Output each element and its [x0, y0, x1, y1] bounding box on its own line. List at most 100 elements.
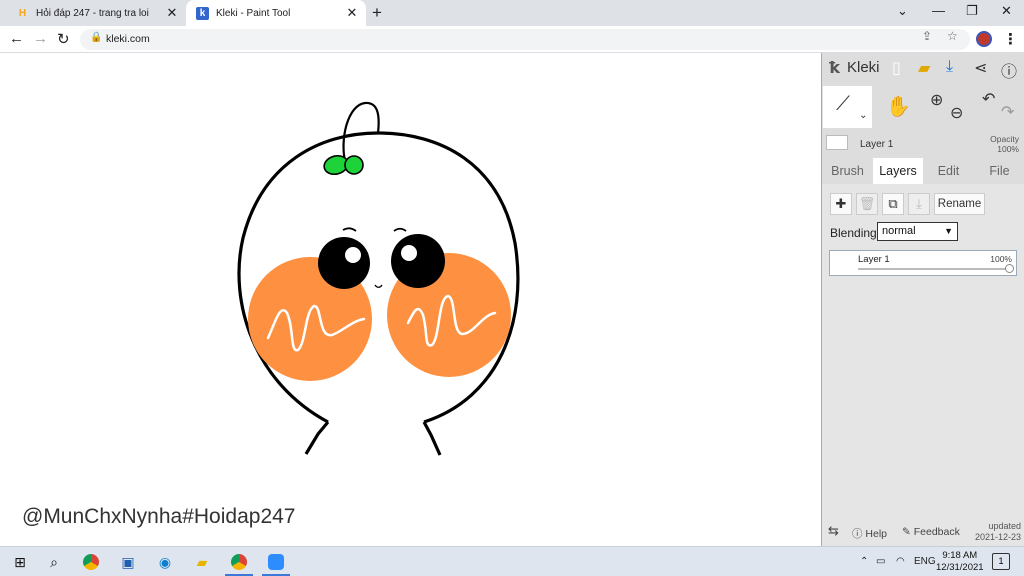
search-icon[interactable]: ⌕ — [44, 552, 64, 572]
bookmark-star-icon[interactable]: ☆ — [947, 29, 958, 43]
windows-start-icon[interactable]: ⊞ — [10, 552, 30, 572]
tab-edit[interactable]: Edit — [923, 158, 974, 184]
layer-thumbnail — [834, 256, 848, 270]
feedback-label: Feedback — [913, 526, 960, 538]
back-arrow-icon[interactable]: ← — [9, 30, 24, 47]
help-icon: ⓘ — [852, 528, 863, 540]
canvas-watermark: @MunChxNynha#Hoidap247 — [22, 505, 296, 528]
left-leg — [304, 420, 330, 455]
tab-hoidap[interactable]: H Hỏi đáp 247 - trang tra loi ✕ — [6, 0, 186, 26]
updated-label: updated — [988, 521, 1021, 531]
layer-opacity-slider-handle[interactable] — [1005, 264, 1014, 273]
lock-icon: 🔒 — [90, 32, 103, 43]
tab-close-icon[interactable]: ✕ — [164, 5, 180, 21]
drawing — [237, 101, 520, 456]
redo-icon[interactable]: ↷ — [1001, 102, 1014, 122]
open-folder-icon[interactable]: ▰ — [918, 58, 930, 78]
restore-button[interactable]: ❐ — [966, 3, 978, 19]
chevron-down-icon: ▼ — [944, 226, 953, 236]
leaf-right — [344, 155, 364, 175]
address-bar: ← → ↻ 🔒 kleki.com ⇪ ☆ — [0, 26, 1024, 53]
browser-menu-icon[interactable]: ⋮ — [1003, 30, 1018, 48]
drawing-canvas[interactable]: @MunChxNynha#Hoidap247 — [0, 53, 821, 546]
blending-select[interactable]: normal ▼ — [877, 222, 958, 241]
eye-right — [391, 234, 445, 288]
hoidap-favicon-icon: H — [18, 7, 27, 19]
layer-preview-name: Layer 1 — [860, 139, 894, 150]
updated-note: updated 2021-12-23 — [975, 521, 1021, 543]
eye-right-highlight — [401, 245, 417, 261]
clock-date: 12/31/2021 — [936, 562, 984, 573]
zoom-app-icon[interactable] — [266, 552, 286, 572]
blending-label: Blending — [830, 226, 877, 240]
swap-side-icon[interactable]: ⇆ — [828, 523, 839, 539]
rename-layer-button[interactable]: Rename — [934, 193, 985, 215]
eye-left — [318, 237, 370, 289]
layer-thumbnail — [826, 135, 848, 150]
updated-date: 2021-12-23 — [974, 532, 1021, 542]
edge-icon[interactable]: ◉ — [155, 552, 175, 572]
panel-tabs: Brush Layers Edit File — [822, 158, 1024, 184]
share-icon[interactable]: ⋖ — [974, 58, 987, 78]
layer-list-item[interactable]: Layer 1 100% — [829, 250, 1017, 276]
tab-search-icon[interactable]: ⌄ — [897, 3, 908, 19]
kleki-side-panel: ꝁ Kleki ▯ ▰ ⤓ ⋖ ⓘ ⟋ ⌄ ✋ ⊕ ⊖ ↶ ↷ Layer 1 … — [821, 53, 1024, 546]
share-icon[interactable]: ⇪ — [922, 29, 932, 43]
clock-time: 9:18 AM — [942, 550, 978, 561]
url-omnibox[interactable]: 🔒 kleki.com — [80, 29, 970, 50]
layers-panel: ✚ 🗑 ⧉ ⤓ Rename Blending normal ▼ Layer 1… — [822, 184, 1024, 546]
wifi-icon[interactable]: ◠ — [896, 556, 905, 567]
help-icon[interactable]: ⓘ — [1001, 58, 1017, 82]
layer-preview[interactable]: Layer 1 Opacity 100% — [822, 131, 1024, 157]
duplicate-layer-button[interactable]: ⧉ — [882, 193, 904, 215]
kleki-logo-icon: ꝁ — [829, 60, 841, 77]
kleki-favicon-icon: k — [196, 6, 209, 20]
opacity-value: 100% — [997, 144, 1019, 154]
undo-icon[interactable]: ↶ — [982, 89, 995, 109]
windows-taskbar: ⊞ ⌕ ▣ ◉ ▰ ⌃ ▭ ◠ ENG 9:18 AM 12/31/2021 1 — [0, 546, 1024, 576]
notification-center-icon[interactable]: 1 — [992, 553, 1010, 570]
system-clock[interactable]: 9:18 AM 12/31/2021 — [936, 550, 984, 574]
zoom-out-icon[interactable]: ⊖ — [950, 103, 963, 123]
brow-right — [393, 227, 407, 232]
add-layer-button[interactable]: ✚ — [830, 193, 852, 215]
tab-title: Hỏi đáp 247 - trang tra loi — [36, 7, 149, 19]
help-label: Help — [865, 528, 888, 540]
opacity-readout: Opacity 100% — [990, 134, 1019, 154]
download-icon[interactable]: ⤓ — [946, 58, 953, 76]
battery-icon[interactable]: ▭ — [876, 556, 885, 567]
blending-value: normal — [882, 225, 916, 237]
tab-layers[interactable]: Layers — [873, 158, 923, 184]
tray-chevron-up-icon[interactable]: ⌃ — [860, 556, 868, 567]
close-window-button[interactable]: ✕ — [1001, 3, 1012, 19]
new-tab-button[interactable]: + — [372, 3, 382, 23]
new-image-icon[interactable]: ▯ — [892, 58, 901, 78]
layer-opacity: 100% — [990, 254, 1012, 264]
brush-tool-button[interactable]: ⟋ ⌄ — [823, 86, 872, 128]
merge-down-button[interactable]: ⤓ — [908, 193, 930, 215]
file-explorer-icon[interactable]: ▰ — [192, 552, 212, 572]
zoom-in-icon[interactable]: ⊕ — [930, 90, 943, 110]
tool-row: ⟋ ⌄ ✋ ⊕ ⊖ ↶ ↷ — [822, 86, 1024, 128]
delete-layer-button[interactable]: 🗑 — [856, 193, 878, 215]
tab-close-icon[interactable]: ✕ — [344, 5, 360, 21]
help-link[interactable]: ⓘ Help — [852, 526, 887, 541]
store-icon[interactable]: ▣ — [118, 552, 138, 572]
tab-brush[interactable]: Brush — [822, 158, 873, 184]
forward-arrow-icon[interactable]: → — [33, 30, 48, 47]
chrome-icon-active[interactable] — [229, 552, 249, 572]
kleki-app-name: Kleki — [847, 59, 880, 76]
hand-tool-icon[interactable]: ✋ — [886, 94, 911, 119]
tab-kleki[interactable]: k Kleki - Paint Tool ✕ — [186, 0, 366, 26]
brow-left — [342, 227, 357, 232]
url-text: kleki.com — [106, 33, 150, 45]
language-indicator[interactable]: ENG — [914, 556, 936, 567]
layer-opacity-slider[interactable] — [858, 268, 1008, 270]
profile-avatar[interactable] — [976, 31, 992, 47]
minimize-button[interactable]: — — [932, 3, 945, 18]
tab-title: Kleki - Paint Tool — [216, 7, 291, 19]
chrome-icon[interactable] — [81, 552, 101, 572]
reload-icon[interactable]: ↻ — [57, 30, 70, 48]
feedback-link[interactable]: ✎ Feedback — [902, 526, 960, 538]
tab-file[interactable]: File — [974, 158, 1024, 184]
